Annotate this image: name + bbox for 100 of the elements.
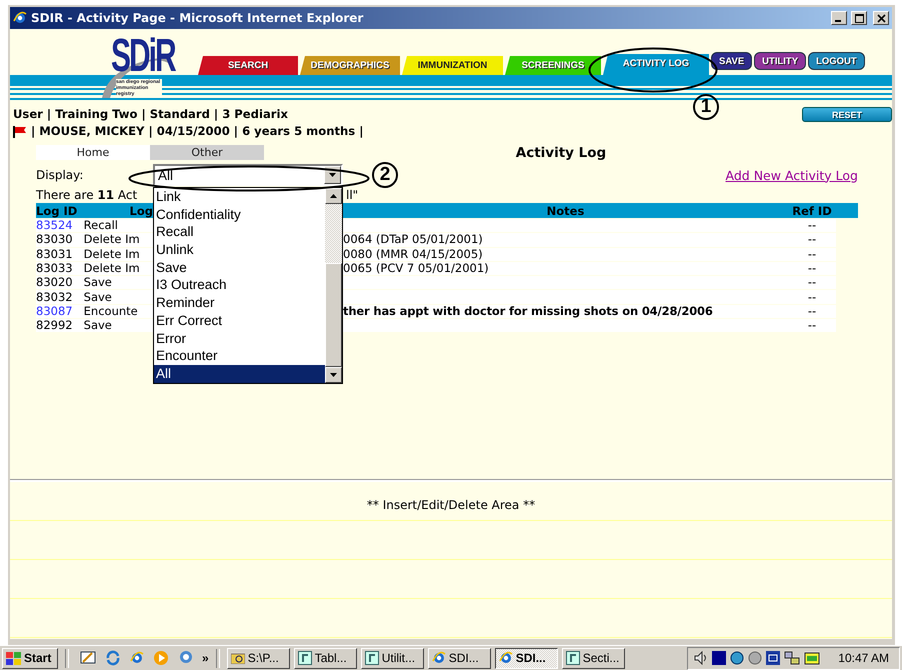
scroll-up-button[interactable] bbox=[325, 188, 342, 204]
dropdown-option[interactable]: Save bbox=[154, 258, 325, 276]
callout-number: 2 bbox=[372, 162, 398, 188]
more-indicator[interactable]: » bbox=[202, 651, 209, 665]
sync-icon[interactable] bbox=[105, 650, 121, 666]
table-cell-text: ther has appt with doctor for missing shots on 04/28/2006 bbox=[343, 304, 714, 318]
page-title: Activity Log bbox=[514, 144, 608, 160]
log-id-link[interactable]: 83524 bbox=[36, 219, 80, 232]
table-cell-text: -- bbox=[806, 276, 818, 290]
table-cell-text: Save bbox=[82, 319, 113, 332]
nav-button[interactable]: SAVE bbox=[711, 52, 752, 70]
log-id-link[interactable]: 83087 bbox=[36, 304, 80, 318]
nav-button[interactable]: LOGOUT bbox=[808, 52, 865, 70]
close-button[interactable] bbox=[873, 11, 889, 25]
up-arrow-icon bbox=[330, 194, 337, 198]
table-cell-text: -- bbox=[806, 262, 818, 276]
table-cell-text: 0080 (MMR 04/15/2005) bbox=[343, 248, 484, 261]
caret-icon bbox=[329, 173, 336, 177]
document-icon bbox=[566, 651, 580, 665]
callout-number: 1 bbox=[693, 94, 719, 120]
down-arrow-icon bbox=[330, 372, 337, 377]
table-cell-text: 83033 bbox=[36, 262, 74, 276]
maximize-icon bbox=[855, 14, 864, 23]
dropdown-option[interactable]: All bbox=[154, 364, 325, 383]
square-icon[interactable] bbox=[712, 651, 726, 665]
table-cell-text: Delete Im bbox=[82, 262, 141, 276]
nav-tab[interactable]: SEARCH bbox=[198, 56, 298, 75]
column-header: Ref ID bbox=[791, 204, 833, 218]
table-cell-text: Encounte bbox=[82, 304, 139, 318]
dropdown-option[interactable]: I3 Outreach bbox=[154, 276, 325, 294]
browser-icon bbox=[13, 11, 27, 25]
display-label: Display: bbox=[36, 168, 84, 182]
dropdown-option[interactable]: Confidentiality bbox=[154, 206, 325, 224]
window-icon[interactable] bbox=[804, 651, 820, 665]
browser-icon[interactable] bbox=[130, 651, 144, 665]
table-cell-text: Delete Im bbox=[82, 233, 141, 246]
dropdown-option[interactable]: Recall bbox=[154, 223, 325, 242]
chat-icon[interactable] bbox=[178, 650, 194, 666]
table-cell-text: 83032 bbox=[36, 290, 74, 304]
globe-icon[interactable] bbox=[730, 651, 744, 665]
scroll-down-button[interactable] bbox=[325, 366, 342, 383]
close-icon bbox=[877, 14, 886, 23]
dropdown-option[interactable]: Encounter bbox=[154, 347, 325, 365]
dropdown-option[interactable]: Reminder bbox=[154, 294, 325, 312]
table-cell-text: Delete Im bbox=[82, 248, 141, 261]
table-cell-text: 0065 (PCV 7 05/01/2001) bbox=[343, 262, 490, 276]
patient-info: | MOUSE, MICKEY | 04/15/2000 | 6 years 5 months | bbox=[31, 123, 364, 140]
column-header: Notes bbox=[546, 204, 586, 218]
clock: 10:47 AM bbox=[838, 651, 889, 665]
table-cell-text: 83030 bbox=[36, 233, 74, 246]
table-cell-text: -- bbox=[806, 319, 818, 332]
table-cell-text: 0064 (DTaP 05/01/2001) bbox=[343, 233, 484, 246]
document-icon bbox=[364, 651, 379, 665]
nav-button[interactable]: UTILITY bbox=[754, 52, 806, 70]
table-cell-text: Save bbox=[82, 276, 113, 290]
table-cell-text: -- bbox=[806, 248, 818, 261]
dropdown-option[interactable]: Err Correct bbox=[154, 312, 325, 330]
nav-tab[interactable]: IMMUNIZATION bbox=[402, 56, 503, 75]
folder-icon bbox=[230, 652, 245, 664]
sub-tab[interactable]: Other bbox=[150, 145, 264, 160]
circle-icon[interactable] bbox=[748, 651, 762, 665]
scrollbar-thumb[interactable] bbox=[325, 262, 342, 367]
section-label: ** Insert/Edit/Delete Area ** bbox=[366, 498, 536, 512]
logo-text: SDiR bbox=[111, 34, 175, 80]
table-cell-text: 83031 bbox=[36, 248, 74, 261]
dropdown-option[interactable]: Error bbox=[154, 330, 325, 348]
display-select[interactable]: All bbox=[153, 164, 343, 186]
record-count-text: ll" bbox=[346, 188, 358, 202]
user-info: User | Training Two | Standard | 3 Pediarix bbox=[13, 106, 288, 123]
table-cell-text: -- bbox=[806, 219, 818, 232]
dropdown-option[interactable]: Link bbox=[154, 188, 325, 206]
start-button[interactable]: Start bbox=[2, 648, 58, 668]
speaker-icon[interactable] bbox=[694, 651, 708, 665]
table-cell-text: Recall bbox=[82, 219, 119, 232]
table-cell-text: -- bbox=[806, 304, 818, 318]
record-count-text: There are 11 Act bbox=[36, 188, 138, 202]
table-cell-text: -- bbox=[806, 233, 818, 246]
browser-icon bbox=[432, 651, 446, 665]
dropdown-option[interactable]: Unlink bbox=[154, 241, 325, 259]
taskbar-button[interactable]: SDI... bbox=[428, 648, 491, 668]
browser-icon bbox=[498, 651, 513, 665]
minimize-button[interactable] bbox=[831, 11, 847, 25]
windows-logo-icon bbox=[6, 652, 21, 664]
column-header: Log bbox=[128, 204, 153, 218]
flag-icon bbox=[13, 126, 27, 138]
add-activity-log-link[interactable]: Add New Activity Log bbox=[726, 168, 858, 182]
taskbar-button[interactable]: S:\P... bbox=[226, 648, 290, 668]
sub-tab[interactable]: Home bbox=[36, 145, 150, 160]
column-header: Log ID bbox=[36, 204, 78, 218]
table-cell-text: 82992 bbox=[36, 319, 74, 332]
table-cell-text: -- bbox=[806, 290, 818, 304]
taskbar-button[interactable]: Secti... bbox=[562, 648, 625, 668]
document-icon bbox=[298, 651, 312, 665]
table-cell-text: 83020 bbox=[36, 276, 74, 290]
window-title: SDIR - Activity Page - Microsoft Internet Explorer bbox=[31, 11, 364, 25]
maximize-button[interactable] bbox=[851, 11, 867, 25]
taskbar-button[interactable]: SDI... bbox=[494, 648, 558, 668]
taskbar-button[interactable]: Utilit... bbox=[360, 648, 424, 668]
table-cell-text: Save bbox=[82, 290, 113, 304]
taskbar-button[interactable]: Tabl... bbox=[294, 648, 357, 668]
